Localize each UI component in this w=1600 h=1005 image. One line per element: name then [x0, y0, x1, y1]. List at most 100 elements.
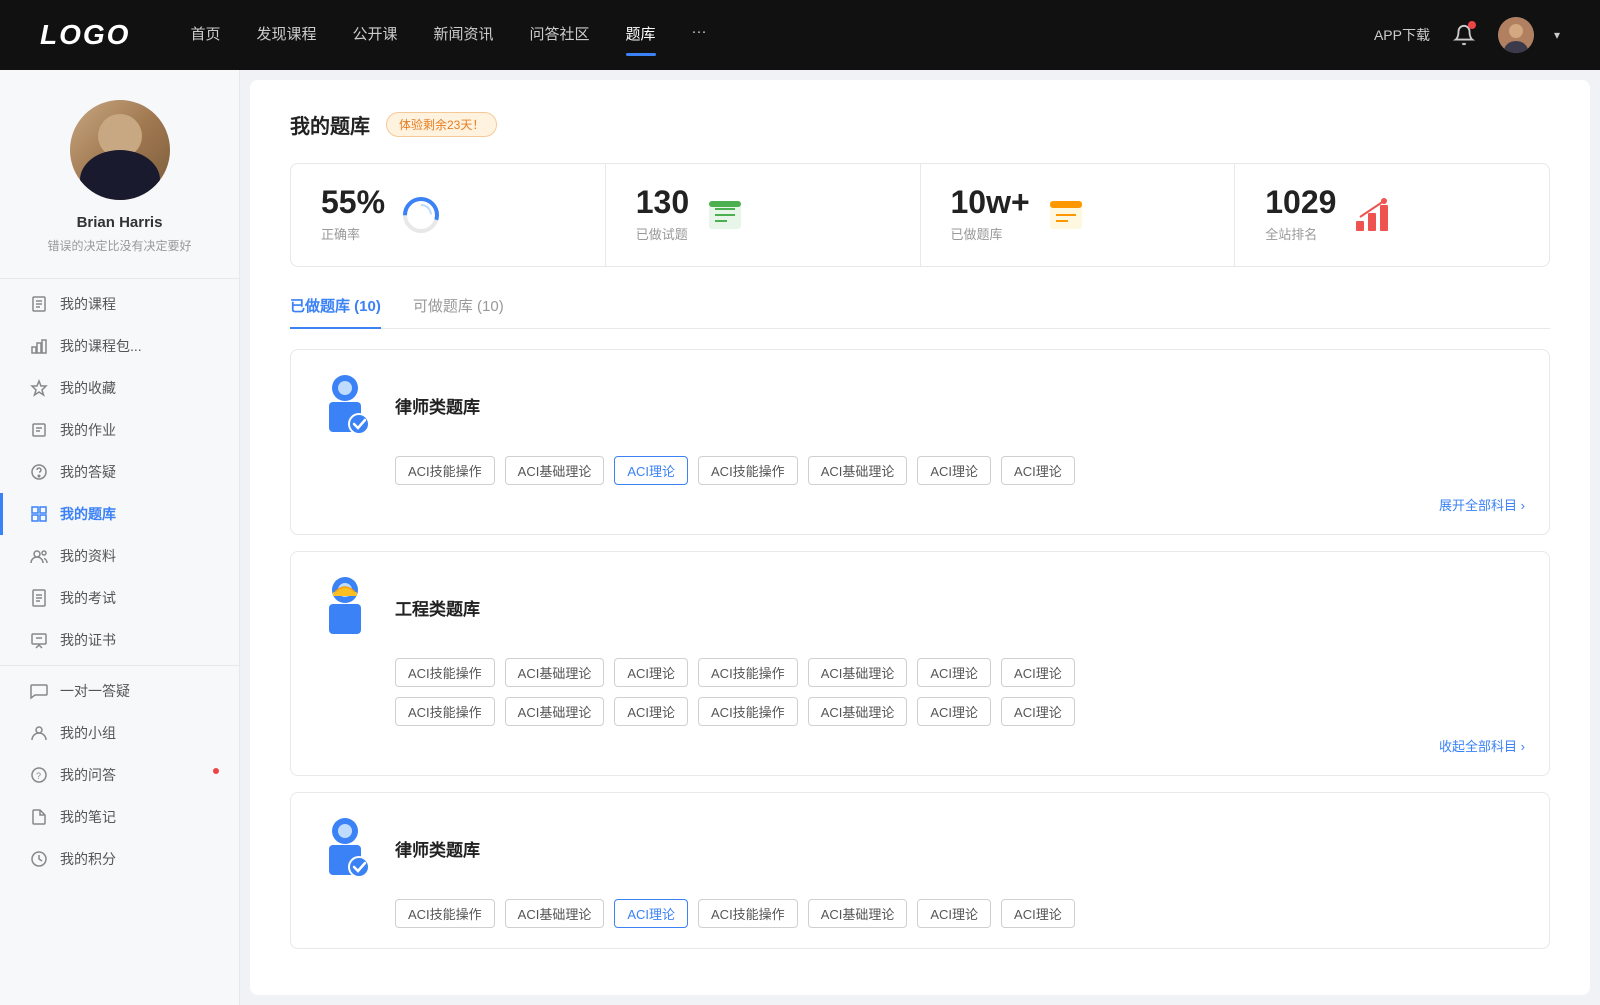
sidebar-item-label: 我的课程包... — [60, 336, 142, 356]
sidebar-item-exam[interactable]: 我的考试 — [0, 577, 239, 619]
sidebar-avatar — [70, 100, 170, 200]
notification-bell[interactable] — [1450, 21, 1478, 49]
bank-tag[interactable]: ACI理论 — [1001, 658, 1075, 687]
bank-tag[interactable]: ACI基础理论 — [505, 456, 605, 485]
notification-dot — [1468, 21, 1476, 29]
bank-tag[interactable]: ACI技能操作 — [395, 658, 495, 687]
bank-section-lawyer-1: 律师类题库 ACI技能操作 ACI基础理论 ACI理论 ACI技能操作 ACI基… — [290, 349, 1550, 535]
sidebar-item-notes[interactable]: 我的笔记 — [0, 796, 239, 838]
bank-tag[interactable]: ACI基础理论 — [808, 658, 908, 687]
sidebar-item-group[interactable]: 我的小组 — [0, 712, 239, 754]
stat-accuracy-text: 55% 正确率 — [321, 186, 385, 244]
sidebar-item-bank[interactable]: 我的题库 — [0, 493, 239, 535]
bank-tag[interactable]: ACI技能操作 — [395, 456, 495, 485]
sidebar-item-label: 一对一答疑 — [60, 681, 130, 701]
bank-tag[interactable]: ACI技能操作 — [698, 697, 798, 726]
svg-text:?: ? — [36, 771, 41, 781]
sidebar-item-label: 我的课程 — [60, 294, 116, 314]
bank-tag[interactable]: ACI技能操作 — [395, 899, 495, 928]
bank-tag[interactable]: ACI理论 — [917, 697, 991, 726]
bank-tag[interactable]: ACI理论 — [1001, 899, 1075, 928]
bank-tag[interactable]: ACI技能操作 — [698, 658, 798, 687]
edit-icon — [30, 421, 48, 439]
user-avatar[interactable] — [1498, 17, 1534, 53]
nav-bank[interactable]: 题库 — [626, 23, 656, 48]
page-header: 我的题库 体验剩余23天！ — [290, 110, 1550, 139]
sidebar-item-label: 我的收藏 — [60, 378, 116, 398]
bank-tag[interactable]: ACI理论 — [917, 899, 991, 928]
sidebar-item-label: 我的问答 — [60, 765, 116, 785]
bank-header-engineer: 工程类题库 — [315, 572, 1525, 642]
bank-tag[interactable]: ACI理论 — [917, 456, 991, 485]
stat-accuracy-number: 55% — [321, 186, 385, 218]
nav-links: 首页 发现课程 公开课 新闻资讯 问答社区 题库 ··· — [190, 23, 1374, 48]
stat-rank: 1029 全站排名 — [1235, 164, 1549, 266]
bank-tag-active[interactable]: ACI理论 — [614, 899, 688, 928]
tab-todo[interactable]: 可做题库 (10) — [413, 295, 504, 328]
bank-header-lawyer-2: 律师类题库 — [315, 813, 1525, 883]
sidebar-item-favorites[interactable]: 我的收藏 — [0, 367, 239, 409]
qa-icon: ? — [30, 766, 48, 784]
bank-tag[interactable]: ACI基础理论 — [808, 899, 908, 928]
stat-done-questions: 130 已做试题 — [606, 164, 921, 266]
engineer-icon — [315, 572, 375, 642]
stats-row: 55% 正确率 130 已做试题 — [290, 163, 1550, 267]
bank-tag[interactable]: ACI基础理论 — [505, 658, 605, 687]
sidebar-item-label: 我的题库 — [60, 504, 116, 524]
sidebar-item-1on1[interactable]: 一对一答疑 — [0, 670, 239, 712]
nav-open-course[interactable]: 公开课 — [352, 23, 397, 48]
bank-tag[interactable]: ACI基础理论 — [505, 899, 605, 928]
bank-collapse-engineer[interactable]: 收起全部科目 › — [315, 736, 1525, 755]
stat-done-banks-label: 已做题库 — [951, 227, 1003, 242]
bank-tag[interactable]: ACI理论 — [1001, 456, 1075, 485]
doc-icon — [30, 589, 48, 607]
chat-icon — [30, 682, 48, 700]
note-icon — [30, 808, 48, 826]
sidebar-item-homework[interactable]: 我的作业 — [0, 409, 239, 451]
bank-tag[interactable]: ACI理论 — [1001, 697, 1075, 726]
stat-done-banks-number: 10w+ — [951, 186, 1030, 218]
nav-more[interactable]: ··· — [692, 23, 707, 48]
bank-tag[interactable]: ACI技能操作 — [395, 697, 495, 726]
tab-done[interactable]: 已做题库 (10) — [290, 295, 381, 328]
bank-tag[interactable]: ACI技能操作 — [698, 456, 798, 485]
bank-tag[interactable]: ACI基础理论 — [808, 456, 908, 485]
sidebar-item-myqa[interactable]: ? 我的问答 — [0, 754, 239, 796]
bank-tags-engineer-row1: ACI技能操作 ACI基础理论 ACI理论 ACI技能操作 ACI基础理论 AC… — [395, 658, 1525, 687]
sidebar-item-profile[interactable]: 我的资料 — [0, 535, 239, 577]
bank-tag[interactable]: ACI技能操作 — [698, 899, 798, 928]
stat-done-questions-number: 130 — [636, 186, 689, 218]
sidebar-item-course[interactable]: 我的课程 — [0, 283, 239, 325]
sidebar-item-course-pkg[interactable]: 我的课程包... — [0, 325, 239, 367]
nav-news[interactable]: 新闻资讯 — [434, 23, 494, 48]
page-title: 我的题库 — [290, 110, 370, 139]
banks-icon — [1046, 195, 1086, 235]
bank-expand-lawyer-1[interactable]: 展开全部科目 › — [315, 495, 1525, 514]
bank-tag[interactable]: ACI理论 — [614, 697, 688, 726]
sidebar-item-label: 我的小组 — [60, 723, 116, 743]
sidebar-item-answers[interactable]: 我的答疑 — [0, 451, 239, 493]
bank-title-engineer: 工程类题库 — [395, 595, 480, 620]
lawyer-icon-2 — [315, 813, 375, 883]
bank-tag[interactable]: ACI理论 — [614, 658, 688, 687]
bank-tag[interactable]: ACI理论 — [917, 658, 991, 687]
main-content: 我的题库 体验剩余23天！ 55% 正确率 — [250, 80, 1590, 995]
points-icon — [30, 850, 48, 868]
question-icon — [30, 463, 48, 481]
nav-home[interactable]: 首页 — [190, 23, 220, 48]
bank-section-engineer: 工程类题库 ACI技能操作 ACI基础理论 ACI理论 ACI技能操作 ACI基… — [290, 551, 1550, 776]
star-icon — [30, 379, 48, 397]
sidebar-item-label: 我的资料 — [60, 546, 116, 566]
user-menu-chevron[interactable]: ▾ — [1554, 28, 1560, 42]
file-icon — [30, 295, 48, 313]
nav-qa[interactable]: 问答社区 — [530, 23, 590, 48]
app-download-link[interactable]: APP下载 — [1374, 25, 1430, 45]
bank-tag[interactable]: ACI基础理论 — [505, 697, 605, 726]
sidebar-item-points[interactable]: 我的积分 — [0, 838, 239, 880]
bank-tag[interactable]: ACI基础理论 — [808, 697, 908, 726]
bank-tag-active[interactable]: ACI理论 — [614, 456, 688, 485]
nav-discover[interactable]: 发现课程 — [256, 23, 316, 48]
bank-tags-engineer-row2: ACI技能操作 ACI基础理论 ACI理论 ACI技能操作 ACI基础理论 AC… — [395, 697, 1525, 726]
sidebar-item-cert[interactable]: 我的证书 — [0, 619, 239, 661]
chart-icon — [30, 337, 48, 355]
